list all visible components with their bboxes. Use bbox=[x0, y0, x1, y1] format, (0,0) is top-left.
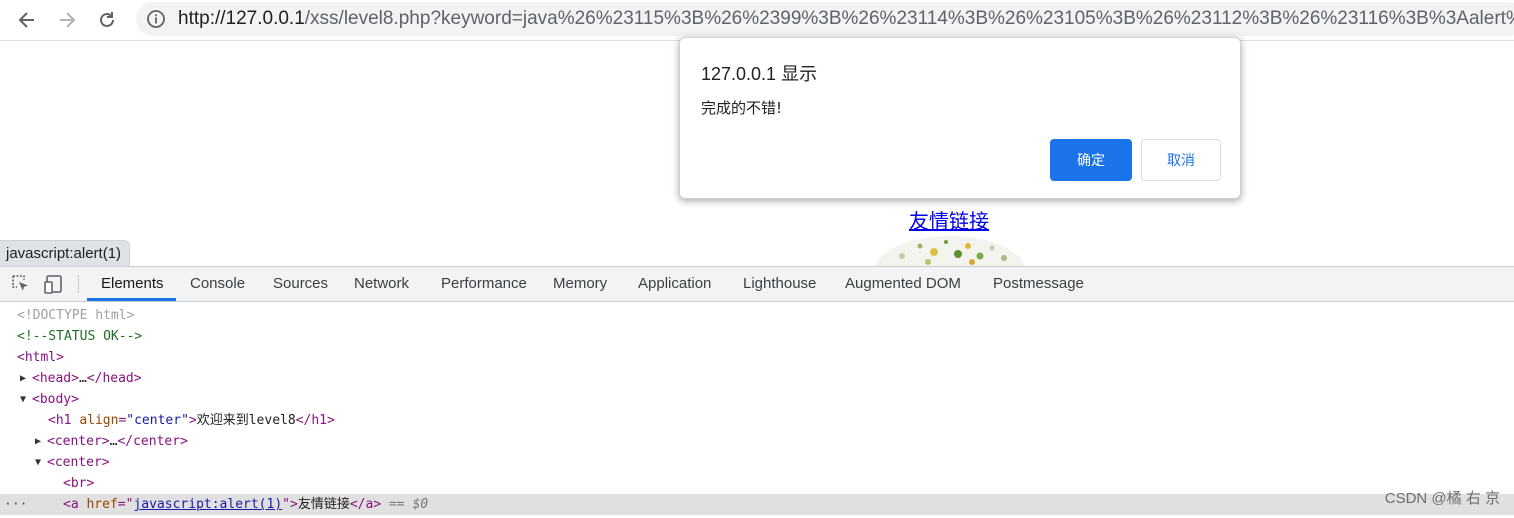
url-host: http://127.0.0.1 bbox=[178, 8, 305, 29]
html-tag: <html> bbox=[17, 350, 64, 365]
center-close-tag: </center> bbox=[117, 434, 188, 449]
devtools-tabbar: Elements Console Sources Network Perform… bbox=[0, 267, 1514, 302]
expand-triangle-icon[interactable]: ▶ bbox=[20, 368, 26, 389]
tab-performance[interactable]: Performance bbox=[441, 267, 527, 301]
dom-node-comment[interactable]: <!--STATUS OK--> bbox=[0, 326, 1514, 347]
expand-triangle-icon[interactable]: ▶ bbox=[35, 431, 41, 452]
tab-network[interactable]: Network bbox=[354, 267, 409, 301]
toolbar-divider bbox=[78, 275, 79, 293]
dialog-message: 完成的不错! bbox=[701, 99, 783, 117]
tab-lighthouse[interactable]: Lighthouse bbox=[743, 267, 816, 301]
selected-node-marker: == $0 bbox=[388, 497, 429, 512]
browser-toolbar: http://127.0.0.1/xss/level8.php?keyword=… bbox=[0, 0, 1514, 41]
br-tag: <br> bbox=[63, 476, 95, 491]
dom-node-doctype[interactable]: <!DOCTYPE html> bbox=[0, 305, 1514, 326]
center-open-tag: <center> bbox=[47, 455, 110, 470]
dom-node-h1[interactable]: <h1 align="center">欢迎来到level8</h1> bbox=[0, 410, 1514, 431]
link-status-bubble: javascript:alert(1) bbox=[0, 240, 131, 267]
h1-close-tag: </h1> bbox=[295, 413, 335, 428]
a-close-tag: </a> bbox=[349, 497, 382, 512]
dom-node-html[interactable]: <html> bbox=[0, 347, 1514, 368]
url-text: http://127.0.0.1/xss/level8.php?keyword=… bbox=[178, 8, 1514, 30]
a-attr-name: href bbox=[86, 497, 118, 512]
friend-link[interactable]: 友情链接 bbox=[909, 205, 989, 234]
back-arrow-icon bbox=[18, 12, 34, 28]
forward-arrow-icon bbox=[60, 12, 76, 28]
head-close-tag: </head> bbox=[86, 371, 142, 386]
a-href-link[interactable]: javascript:alert(1) bbox=[133, 497, 282, 512]
active-tab-indicator bbox=[87, 298, 176, 301]
tab-memory[interactable]: Memory bbox=[553, 267, 607, 301]
reload-icon bbox=[100, 12, 114, 27]
forward-button[interactable] bbox=[53, 6, 81, 34]
dom-node-anchor-selected[interactable]: ··· <a href="javascript:alert(1)">友情链接</… bbox=[0, 494, 1514, 515]
h1-open-tag: <h1 bbox=[48, 413, 72, 428]
tab-application[interactable]: Application bbox=[638, 267, 711, 301]
h1-attr-value: "center" bbox=[126, 413, 189, 428]
devtools-panel: Elements Console Sources Network Perform… bbox=[0, 266, 1514, 518]
dom-node-center-collapsed[interactable]: ▶ <center>…</center> bbox=[0, 431, 1514, 452]
h1-text: 欢迎来到level8 bbox=[196, 413, 296, 428]
tab-augmented-dom[interactable]: Augmented DOM bbox=[845, 267, 961, 301]
a-open-tag: <a bbox=[63, 497, 79, 512]
inspect-element-icon[interactable] bbox=[11, 274, 31, 294]
tab-sources[interactable]: Sources bbox=[273, 267, 328, 301]
collapsed-ellipsis: … bbox=[78, 371, 87, 386]
collapse-triangle-icon[interactable]: ▼ bbox=[35, 452, 41, 473]
dom-node-body[interactable]: ▼ <body> bbox=[0, 389, 1514, 410]
dialog-title: 127.0.0.1 显示 bbox=[701, 64, 818, 84]
reload-button[interactable] bbox=[93, 6, 121, 34]
back-button[interactable] bbox=[13, 6, 41, 34]
cancel-button[interactable]: 取消 bbox=[1141, 139, 1221, 181]
tab-console[interactable]: Console bbox=[190, 267, 245, 301]
center-open-tag: <center> bbox=[47, 434, 110, 449]
page-image bbox=[872, 232, 1032, 266]
comment-text: <!--STATUS OK--> bbox=[17, 329, 143, 344]
dom-node-head[interactable]: ▶ <head>…</head> bbox=[0, 368, 1514, 389]
a-text: 友情链接 bbox=[297, 497, 350, 512]
tab-postmessage[interactable]: Postmessage bbox=[993, 267, 1084, 301]
dom-node-br[interactable]: <br> bbox=[0, 473, 1514, 494]
alert-dialog: 127.0.0.1 显示 完成的不错! 确定 取消 bbox=[679, 37, 1241, 199]
head-open-tag: <head> bbox=[32, 371, 79, 386]
body-tag: <body> bbox=[32, 392, 79, 407]
dom-node-center-expanded[interactable]: ▼ <center> bbox=[0, 452, 1514, 473]
device-toolbar-icon[interactable] bbox=[44, 274, 64, 294]
more-options-icon[interactable]: ··· bbox=[4, 494, 27, 515]
watermark: CSDN @橘 右 京 bbox=[1384, 490, 1500, 507]
ok-button[interactable]: 确定 bbox=[1050, 139, 1132, 181]
url-path: /xss/level8.php?keyword=java%26%23115%3B… bbox=[304, 8, 1514, 29]
info-icon[interactable] bbox=[146, 9, 166, 29]
tab-elements[interactable]: Elements bbox=[101, 267, 164, 301]
collapse-triangle-icon[interactable]: ▼ bbox=[20, 389, 26, 410]
address-bar[interactable]: http://127.0.0.1/xss/level8.php?keyword=… bbox=[136, 2, 1514, 36]
h1-attr-name: align bbox=[79, 413, 119, 428]
doctype-text: <!DOCTYPE html> bbox=[17, 308, 135, 323]
